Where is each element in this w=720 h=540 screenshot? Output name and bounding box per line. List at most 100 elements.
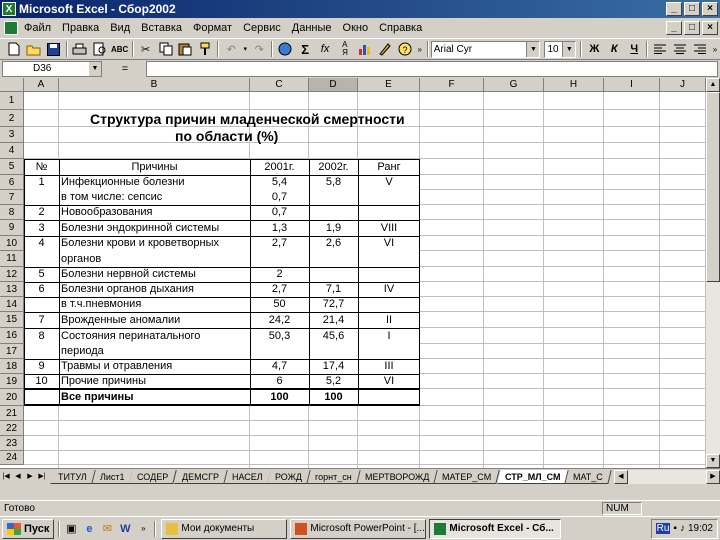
save-icon[interactable]: [44, 40, 64, 58]
toolbar-options-icon[interactable]: »: [415, 40, 425, 58]
table-row-rank[interactable]: VIII: [358, 220, 420, 236]
menu-format[interactable]: Формат: [193, 22, 232, 34]
table-row-2002[interactable]: 72,7: [309, 297, 358, 312]
table-row-2002[interactable]: 7,1: [309, 282, 358, 297]
table-row-rank[interactable]: VI: [358, 236, 420, 251]
redo-icon[interactable]: ↷: [249, 40, 269, 58]
row-header-16[interactable]: 16: [0, 328, 24, 344]
table-row-2001[interactable]: [250, 251, 309, 267]
table-row-num[interactable]: 5: [24, 267, 59, 282]
row-header-12[interactable]: 12: [0, 267, 24, 282]
cut-icon[interactable]: ✂: [136, 40, 156, 58]
table-row-num[interactable]: 2: [24, 205, 59, 220]
toolbar-more-icon[interactable]: »: [710, 40, 720, 58]
help-icon[interactable]: ?: [395, 40, 415, 58]
table-header-num[interactable]: №: [24, 159, 59, 175]
doc-minimize-button[interactable]: _: [666, 21, 682, 35]
font-name-select[interactable]: Arial Cyr ▼: [430, 40, 541, 58]
table-row-2002[interactable]: 5,8: [309, 175, 358, 190]
menu-help[interactable]: Справка: [379, 22, 422, 34]
column-header-i[interactable]: I: [604, 78, 660, 92]
italic-button[interactable]: К: [604, 40, 624, 58]
table-row-cause[interactable]: в т.ч.пневмония: [59, 297, 250, 312]
row-header-2[interactable]: 2: [0, 110, 24, 127]
menu-tools[interactable]: Сервис: [243, 22, 281, 34]
horizontal-scrollbar[interactable]: ◀ ▶: [613, 469, 720, 484]
prev-sheet-icon[interactable]: ◀: [12, 470, 24, 484]
table-row-cause[interactable]: Травмы и отравления: [59, 359, 250, 374]
row-header-24[interactable]: 24: [0, 451, 24, 465]
sheet-tab[interactable]: НАСЕЛ: [223, 469, 272, 484]
menu-insert[interactable]: Вставка: [141, 22, 182, 34]
table-row-2001[interactable]: 50,3: [250, 328, 309, 344]
table-row-num[interactable]: 3: [24, 220, 59, 236]
sheet-tab[interactable]: РОЖД: [267, 469, 312, 484]
row-header-9[interactable]: 9: [0, 220, 24, 236]
table-row-cause[interactable]: Болезни крови и кроветворных: [59, 236, 250, 251]
table-row-2001[interactable]: 50: [250, 297, 309, 312]
outlook-icon[interactable]: ✉: [98, 520, 116, 538]
table-row-2002[interactable]: [309, 344, 358, 359]
sort-ascending-icon[interactable]: AЯ: [335, 40, 355, 58]
table-row-num[interactable]: 7: [24, 312, 59, 328]
table-row-2001[interactable]: 0,7: [250, 205, 309, 220]
table-row-num[interactable]: [24, 297, 59, 312]
worksheet-grid[interactable]: A B C D E F G H I J 1 2 3 4 5 6 7 8 9 10 11 12 13 14 15 16 17 18 19 2…: [0, 78, 706, 468]
excel-app-icon[interactable]: X: [2, 2, 16, 16]
table-header-cause[interactable]: Причины: [59, 159, 250, 175]
table-row-2002[interactable]: [309, 205, 358, 220]
vertical-scroll-thumb[interactable]: [706, 92, 720, 282]
table-row-rank[interactable]: IV: [358, 282, 420, 297]
font-size-select[interactable]: 10 ▼: [544, 40, 577, 58]
table-row-rank[interactable]: [358, 251, 420, 267]
sheet-tab[interactable]: ТИТУЛ: [50, 469, 96, 484]
row-header-3[interactable]: 3: [0, 127, 24, 143]
row-header-6[interactable]: 6: [0, 175, 24, 190]
close-button[interactable]: ×: [702, 2, 718, 16]
table-row-rank[interactable]: [358, 267, 420, 282]
show-desktop-icon[interactable]: ▣: [62, 520, 80, 538]
last-sheet-icon[interactable]: ▶|: [36, 470, 48, 484]
row-header-13[interactable]: 13: [0, 282, 24, 297]
menu-data[interactable]: Данные: [292, 22, 332, 34]
autosum-button[interactable]: Σ: [295, 40, 315, 58]
chevron-down-icon[interactable]: ▼: [526, 41, 540, 57]
print-icon[interactable]: [70, 40, 90, 58]
table-row-num[interactable]: 1: [24, 175, 59, 190]
table-row-cause[interactable]: Инфекционные болезни: [59, 175, 250, 190]
doc-close-button[interactable]: ×: [702, 21, 718, 35]
scroll-right-icon[interactable]: ▶: [706, 469, 720, 484]
undo-icon[interactable]: ↶: [221, 40, 241, 58]
hyperlink-icon[interactable]: [275, 40, 295, 58]
sheet-tab[interactable]: СОДЕР: [129, 469, 178, 484]
row-header-23[interactable]: 23: [0, 436, 24, 451]
taskbar-task[interactable]: Microsoft PowerPoint - [...: [290, 518, 427, 539]
tray-app-icon[interactable]: ▪: [673, 523, 677, 534]
row-header-19[interactable]: 19: [0, 374, 24, 389]
next-sheet-icon[interactable]: ▶: [24, 470, 36, 484]
table-row-2002[interactable]: 1,9: [309, 220, 358, 236]
table-row-num[interactable]: 4: [24, 236, 59, 251]
chevron-down-icon[interactable]: ▼: [562, 41, 576, 57]
table-row-num[interactable]: 8: [24, 328, 59, 344]
menu-window[interactable]: Окно: [343, 22, 369, 34]
underline-button[interactable]: Ч: [624, 40, 644, 58]
taskbar-task[interactable]: Мои документы: [161, 518, 288, 539]
menu-view[interactable]: Вид: [110, 22, 130, 34]
row-header-15[interactable]: 15: [0, 312, 24, 328]
table-row-2001[interactable]: 4,7: [250, 359, 309, 374]
print-preview-icon[interactable]: [90, 40, 110, 58]
table-row-rank[interactable]: V: [358, 175, 420, 190]
table-row-rank[interactable]: III: [358, 359, 420, 374]
sheet-tab[interactable]: МАТ_С: [565, 469, 612, 484]
table-row-cause[interactable]: в том числе: сепсис: [59, 190, 250, 205]
doc-restore-button[interactable]: □: [684, 21, 700, 35]
taskbar-task[interactable]: Microsoft Excel - Сб...: [429, 518, 562, 539]
start-button[interactable]: Пуск: [2, 518, 55, 539]
row-header-10[interactable]: 10: [0, 236, 24, 251]
row-header-11[interactable]: 11: [0, 251, 24, 267]
row-header-21[interactable]: 21: [0, 406, 24, 421]
spelling-icon[interactable]: ABC: [110, 40, 130, 58]
table-row-cause[interactable]: Состояния перинатального: [59, 328, 250, 344]
table-row-2002[interactable]: 2,6: [309, 236, 358, 251]
